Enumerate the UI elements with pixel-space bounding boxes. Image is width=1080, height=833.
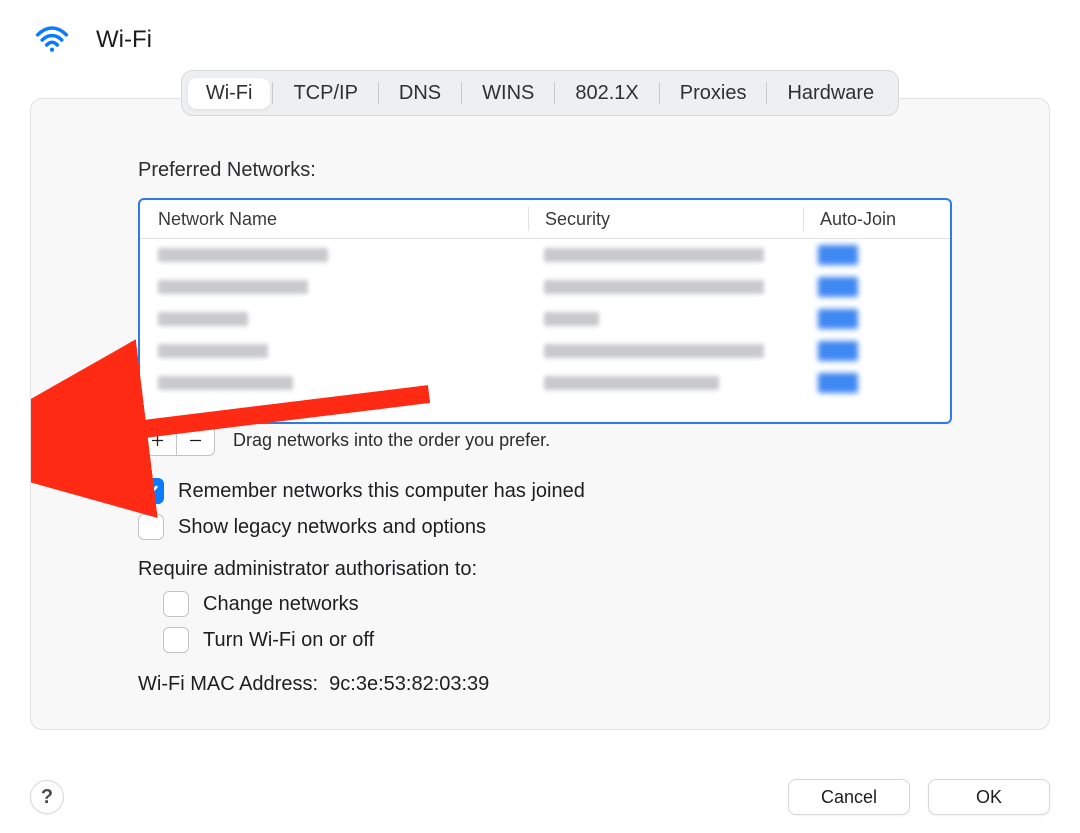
turn-wifi-label: Turn Wi-Fi on or off xyxy=(203,629,374,652)
change-networks-checkbox[interactable] xyxy=(163,591,189,617)
turn-wifi-row: Turn Wi-Fi on or off xyxy=(163,627,952,653)
mac-address-value: 9c:3e:53:82:03:39 xyxy=(329,673,489,695)
change-networks-label: Change networks xyxy=(203,593,359,616)
remember-networks-checkbox[interactable] xyxy=(138,478,164,504)
mac-address-label: Wi-Fi MAC Address: xyxy=(138,673,318,695)
header: Wi-Fi xyxy=(0,0,1080,70)
tab-hardware[interactable]: Hardware xyxy=(769,78,892,109)
tab-wins[interactable]: WINS xyxy=(464,78,552,109)
ok-button[interactable]: OK xyxy=(928,779,1050,815)
admin-auth-label: Require administrator authorisation to: xyxy=(138,558,952,581)
tab-dns[interactable]: DNS xyxy=(381,78,459,109)
tab-8021x[interactable]: 802.1X xyxy=(557,78,656,109)
settings-panel: Preferred Networks: Network Name Securit… xyxy=(30,98,1050,730)
remember-networks-row: Remember networks this computer has join… xyxy=(138,478,952,504)
column-security[interactable]: Security xyxy=(529,209,803,230)
drag-hint: Drag networks into the order you prefer. xyxy=(233,430,550,451)
tab-proxies[interactable]: Proxies xyxy=(662,78,765,109)
table-row[interactable] xyxy=(140,335,950,367)
wifi-icon xyxy=(30,18,74,62)
show-legacy-checkbox[interactable] xyxy=(138,514,164,540)
table-row[interactable] xyxy=(140,367,950,399)
preferred-networks-toolbar: Drag networks into the order you prefer. xyxy=(138,424,952,456)
tab-tcpip[interactable]: TCP/IP xyxy=(275,78,375,109)
remember-networks-label: Remember networks this computer has join… xyxy=(178,480,585,503)
remove-network-button[interactable] xyxy=(176,424,215,456)
page-title: Wi-Fi xyxy=(96,26,152,54)
preferred-networks-list[interactable]: Network Name Security Auto-Join xyxy=(138,198,952,424)
mac-address-row: Wi-Fi MAC Address: 9c:3e:53:82:03:39 xyxy=(138,673,952,696)
tabs: Wi-Fi TCP/IP DNS WINS 802.1X Proxies Har… xyxy=(30,70,1050,116)
column-network-name[interactable]: Network Name xyxy=(140,209,528,230)
preferred-networks-label: Preferred Networks: xyxy=(138,159,952,182)
footer: ? Cancel OK xyxy=(30,779,1050,815)
cancel-button[interactable]: Cancel xyxy=(788,779,910,815)
help-button[interactable]: ? xyxy=(30,780,64,814)
column-auto-join[interactable]: Auto-Join xyxy=(804,209,950,230)
tab-wifi[interactable]: Wi-Fi xyxy=(188,78,271,109)
add-network-button[interactable] xyxy=(138,424,176,456)
change-networks-row: Change networks xyxy=(163,591,952,617)
turn-wifi-checkbox[interactable] xyxy=(163,627,189,653)
table-row[interactable] xyxy=(140,303,950,335)
show-legacy-row: Show legacy networks and options xyxy=(138,514,952,540)
show-legacy-label: Show legacy networks and options xyxy=(178,516,486,539)
table-row[interactable] xyxy=(140,271,950,303)
preferred-networks-header: Network Name Security Auto-Join xyxy=(140,200,950,239)
table-row[interactable] xyxy=(140,239,950,271)
